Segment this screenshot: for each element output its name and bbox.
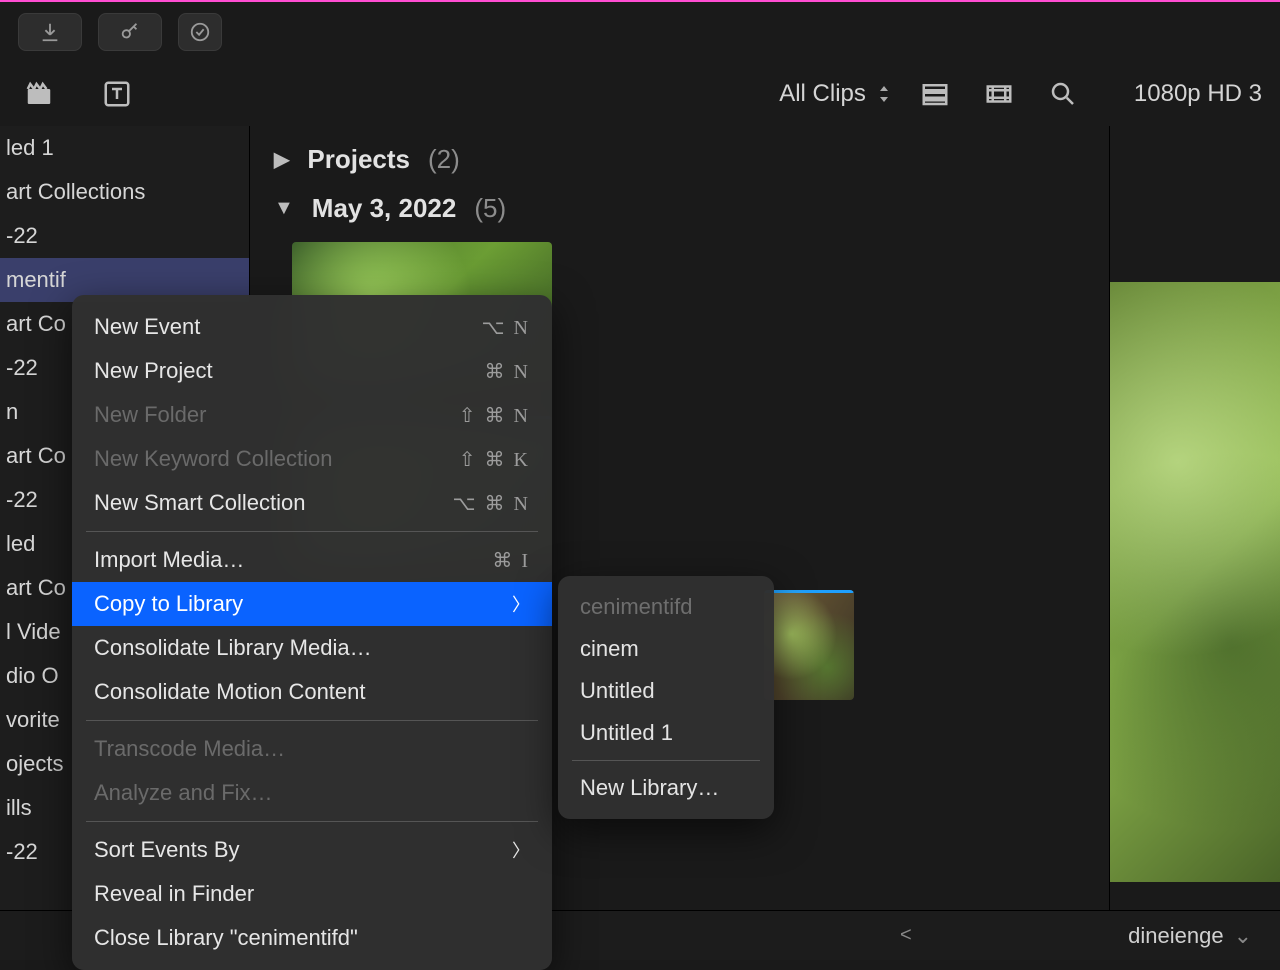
- disclosure-triangle-icon[interactable]: ▼: [274, 197, 294, 220]
- titles-icon-button[interactable]: [96, 73, 138, 115]
- menu-shortcut: ⇧ ⌘ K: [459, 447, 530, 472]
- viewer-panel: ⌄: [1110, 126, 1280, 960]
- menu-item-label: New Keyword Collection: [94, 446, 332, 472]
- menu-shortcut: ⌘ N: [485, 359, 530, 384]
- project-name-dropdown[interactable]: dineienge ⌄: [1128, 923, 1252, 949]
- import-button[interactable]: [18, 13, 82, 51]
- event-label: Projects: [307, 144, 410, 175]
- titles-icon: [102, 79, 132, 109]
- menu-separator: [86, 720, 538, 721]
- event-label: May 3, 2022: [312, 193, 457, 224]
- menu-item[interactable]: Reveal in Finder: [72, 872, 552, 916]
- sidebar-item[interactable]: art Collections: [0, 170, 249, 214]
- menu-shortcut: ⌥ ⌘ N: [453, 491, 531, 516]
- chevron-right-icon: 〉: [512, 837, 530, 863]
- keyword-button[interactable]: [98, 13, 162, 51]
- menu-shortcut: ⌥ N: [482, 315, 531, 340]
- menu-item-label: New Event: [94, 314, 200, 340]
- clapper-icon: [24, 79, 54, 109]
- menu-item: New Folder ⇧ ⌘ N: [72, 393, 552, 437]
- menu-item[interactable]: Close Library "cenimentifd": [72, 916, 552, 960]
- submenu-item[interactable]: New Library…: [558, 767, 774, 809]
- list-view-button[interactable]: [914, 73, 956, 115]
- menu-shortcut: ⌘ I: [492, 548, 530, 573]
- menu-item-label: Consolidate Library Media…: [94, 635, 372, 661]
- menu-item[interactable]: Copy to Library 〉: [72, 582, 552, 626]
- chevron-right-icon: 〉: [512, 591, 530, 617]
- library-icon-button[interactable]: [18, 73, 60, 115]
- menu-item: Transcode Media…: [72, 727, 552, 771]
- event-row[interactable]: ▶ Projects (2): [274, 144, 1085, 175]
- menu-item[interactable]: New Event ⌥ N: [72, 305, 552, 349]
- submenu-item[interactable]: Untitled 1: [558, 712, 774, 754]
- event-row[interactable]: ▼ May 3, 2022 (5): [274, 193, 1085, 224]
- sidebar-item[interactable]: led 1: [0, 126, 249, 170]
- viewer-preview[interactable]: [1110, 282, 1280, 882]
- download-icon: [39, 21, 61, 43]
- menu-item-label: New Folder: [94, 402, 206, 428]
- menu-item: Analyze and Fix…: [72, 771, 552, 815]
- menu-item[interactable]: Consolidate Library Media…: [72, 626, 552, 670]
- menu-separator: [86, 821, 538, 822]
- menu-shortcut: ⇧ ⌘ N: [459, 403, 530, 428]
- menu-item-label: Close Library "cenimentifd": [94, 925, 358, 951]
- menu-item-label: New Project: [94, 358, 213, 384]
- background-tasks-button[interactable]: [178, 13, 222, 51]
- filmstrip-view-button[interactable]: [978, 73, 1020, 115]
- browser-toolbar: All Clips 1080p HD 3: [0, 62, 1280, 126]
- resolution-label: 1080p HD 3: [1134, 80, 1262, 108]
- up-down-icon: [876, 84, 892, 104]
- clip-filter-label: All Clips: [779, 80, 866, 108]
- menu-item[interactable]: New Smart Collection ⌥ ⌘ N: [72, 481, 552, 525]
- list-icon: [920, 79, 950, 109]
- menu-item-label: Reveal in Finder: [94, 881, 254, 907]
- menu-item-label: New Smart Collection: [94, 490, 306, 516]
- submenu-item: cenimentifd: [558, 586, 774, 628]
- event-count: (5): [474, 193, 506, 224]
- toolbar-top: [0, 2, 1280, 62]
- chevron-down-icon: ⌄: [1234, 923, 1252, 949]
- menu-item-label: Import Media…: [94, 547, 244, 573]
- clip-filter-dropdown[interactable]: All Clips: [779, 80, 892, 108]
- menu-item-label: Sort Events By: [94, 837, 240, 863]
- menu-item[interactable]: New Project ⌘ N: [72, 349, 552, 393]
- menu-item: New Keyword Collection ⇧ ⌘ K: [72, 437, 552, 481]
- menu-item[interactable]: Import Media… ⌘ I: [72, 538, 552, 582]
- clip-thumbnail[interactable]: [764, 590, 854, 700]
- key-icon: [119, 21, 141, 43]
- menu-item-label: Copy to Library: [94, 591, 243, 617]
- search-icon: [1048, 79, 1078, 109]
- sidebar-item[interactable]: -22: [0, 214, 249, 258]
- context-menu: New Event ⌥ N New Project ⌘ N New Folder ⇧ ⌘ …: [72, 295, 552, 970]
- menu-item-label: Transcode Media…: [94, 736, 285, 762]
- search-button[interactable]: [1042, 73, 1084, 115]
- menu-separator: [86, 531, 538, 532]
- menu-item[interactable]: Sort Events By 〉: [72, 828, 552, 872]
- event-count: (2): [428, 144, 460, 175]
- submenu-item[interactable]: cinem: [558, 628, 774, 670]
- filmstrip-icon: [984, 79, 1014, 109]
- disclosure-triangle-icon[interactable]: ▶: [274, 147, 289, 172]
- copy-to-library-submenu: cenimentifdcinemUntitledUntitled 1 New Li…: [558, 576, 774, 819]
- menu-separator: [572, 760, 760, 761]
- clip-marker: [764, 590, 854, 593]
- history-back-button[interactable]: <: [900, 924, 912, 947]
- menu-item-label: Consolidate Motion Content: [94, 679, 366, 705]
- menu-item-label: Analyze and Fix…: [94, 780, 273, 806]
- submenu-item[interactable]: Untitled: [558, 670, 774, 712]
- check-circle-icon: [189, 21, 211, 43]
- menu-item[interactable]: Consolidate Motion Content: [72, 670, 552, 714]
- project-name-label: dineienge: [1128, 923, 1223, 949]
